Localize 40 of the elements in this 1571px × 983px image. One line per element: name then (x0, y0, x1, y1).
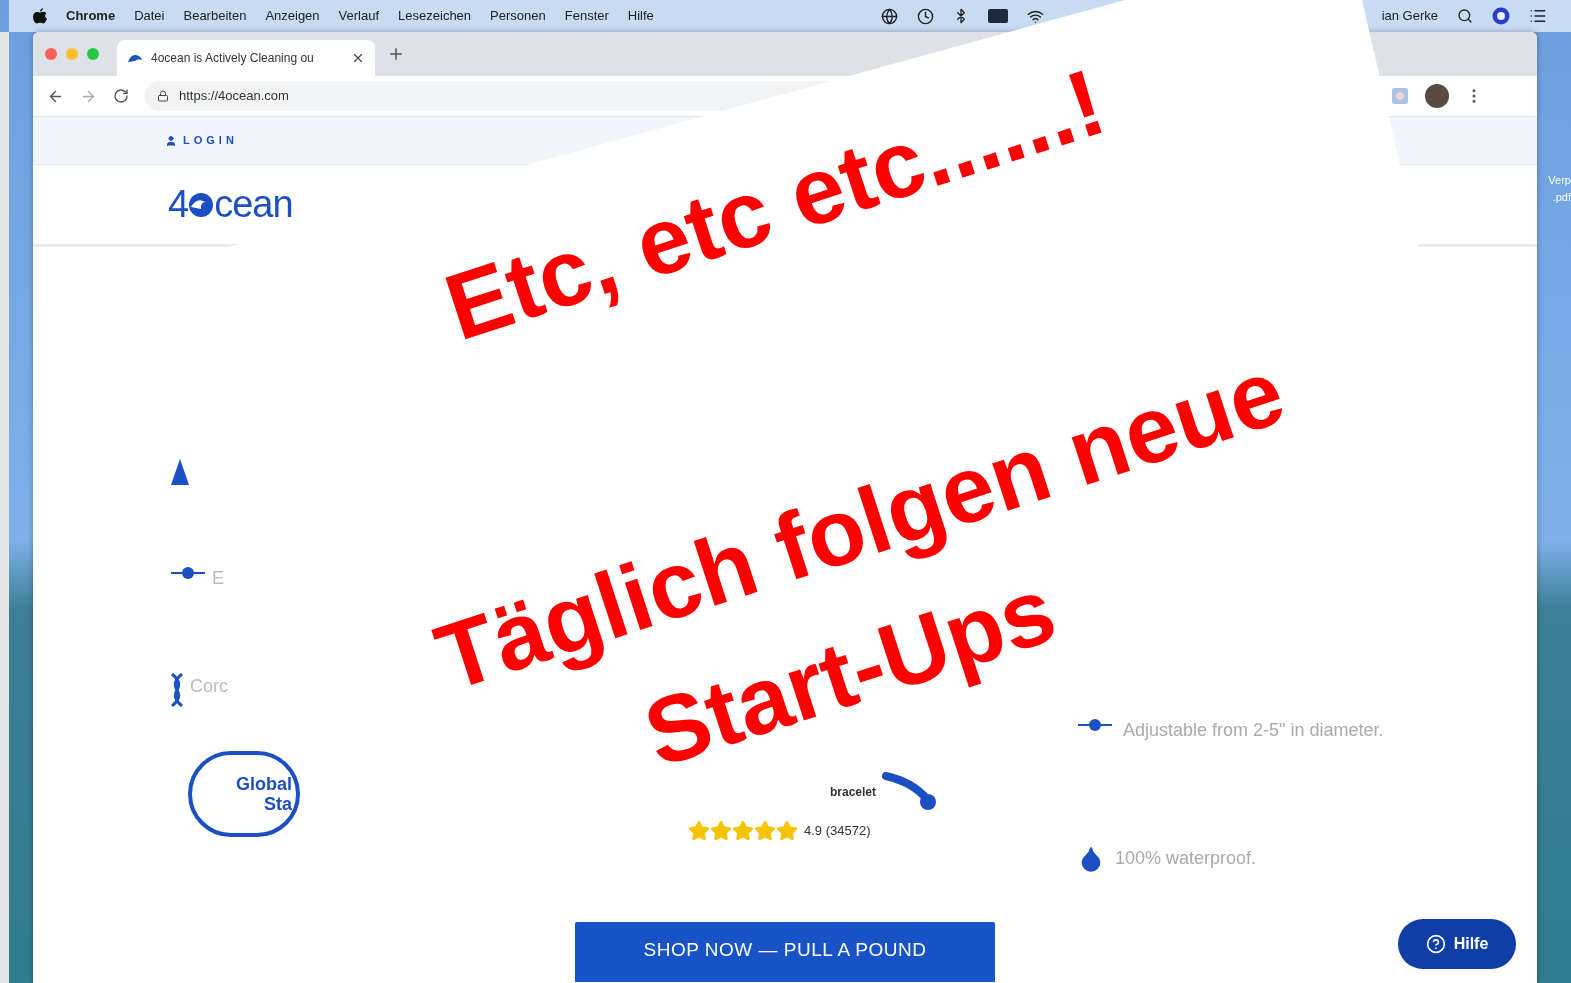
close-tab-icon[interactable] (351, 51, 365, 65)
lock-icon (157, 90, 169, 102)
star-icon (732, 820, 754, 842)
feature-text: Corc (190, 675, 228, 698)
product-label: bracelet (829, 784, 876, 801)
star-icon (688, 820, 710, 842)
help-icon (1425, 934, 1446, 954)
star-icon (776, 820, 798, 842)
notification-list-icon[interactable] (1529, 7, 1547, 25)
badge-text: Global (236, 774, 292, 794)
globe-icon[interactable] (880, 7, 898, 25)
apple-logo-icon (33, 8, 47, 24)
help-button[interactable]: Hilfe (1398, 919, 1516, 969)
strand-icon (170, 673, 184, 707)
wave-favicon-icon (127, 52, 143, 64)
clock-icon[interactable] (916, 7, 934, 25)
menu-app-name[interactable]: Chrome (66, 6, 116, 26)
triangle-icon (170, 457, 190, 487)
star-icon (710, 820, 732, 842)
siri-orb-icon[interactable] (1492, 7, 1510, 25)
shop-now-button[interactable]: SHOP NOW — PULL A POUND (575, 922, 995, 982)
browser-tab[interactable]: 4ocean is Actively Cleaning ou (117, 40, 375, 76)
feature-text: E (212, 567, 224, 590)
slider-dot-icon (170, 565, 206, 581)
user-icon (165, 134, 177, 147)
feature-text: Adjustable from 2-5" in diameter. (1123, 719, 1384, 742)
desktop-file-label: .pdf (1552, 189, 1571, 205)
new-tab-icon[interactable] (387, 45, 405, 63)
badge-text: Sta (264, 794, 292, 814)
menu-item[interactable]: Datei (134, 6, 165, 26)
login-link[interactable]: LOGIN (165, 132, 238, 149)
reload-icon[interactable] (113, 88, 129, 104)
slider-dot-icon (1077, 717, 1113, 733)
rating-text: 4.9 (34572) (804, 822, 871, 841)
feature-text: 100% waterproof. (1115, 847, 1257, 870)
star-icon (754, 820, 776, 842)
display-icon[interactable] (987, 9, 1008, 23)
avatar[interactable] (1425, 84, 1449, 108)
desktop-file-label: Verp (1548, 173, 1571, 188)
search-icon[interactable] (1457, 8, 1473, 24)
